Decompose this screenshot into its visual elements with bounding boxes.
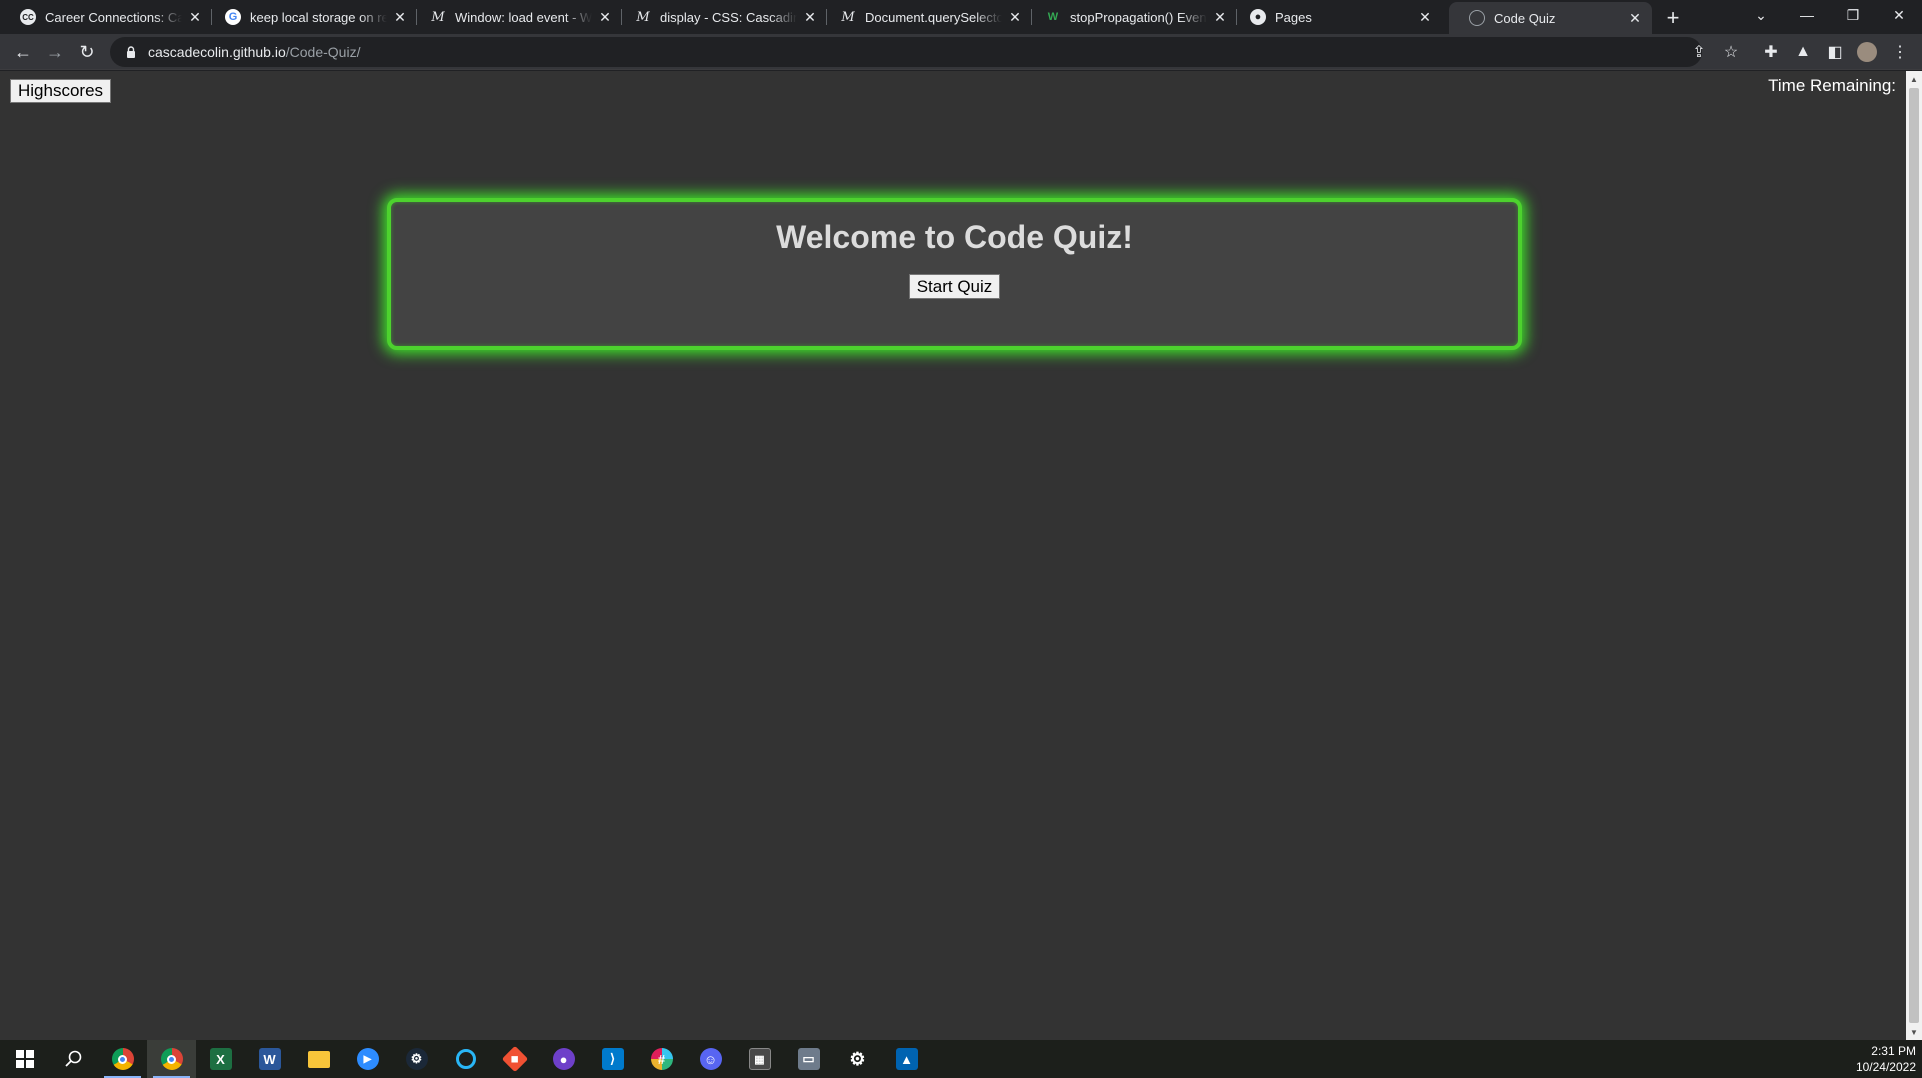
share-icon[interactable]: ⇪	[1685, 38, 1713, 66]
w3schools-icon: W	[1047, 11, 1059, 23]
cc-icon: CC	[20, 9, 36, 25]
search-icon[interactable]	[49, 1040, 98, 1078]
tab-title: display - CSS: Cascading St	[660, 9, 797, 25]
url-path: /Code-Quiz/	[285, 44, 361, 60]
close-window-icon[interactable]: ✕	[1876, 0, 1922, 30]
close-icon[interactable]: ✕	[803, 9, 817, 25]
tab-stoppropagation[interactable]: W stopPropagation() Event M ✕	[1025, 0, 1237, 34]
scroll-down-icon[interactable]: ▼	[1906, 1024, 1922, 1040]
start-quiz-button[interactable]: Start Quiz	[908, 274, 1001, 299]
extensions-icon[interactable]: ✚	[1757, 38, 1785, 66]
excel-icon[interactable]: X	[196, 1040, 245, 1078]
minimize-icon[interactable]: —	[1784, 0, 1830, 30]
git-icon[interactable]: ◆	[490, 1040, 539, 1078]
profile-avatar-icon[interactable]	[1853, 38, 1881, 66]
github-icon: ●	[1250, 9, 1266, 25]
vscode-icon[interactable]: ⟩	[588, 1040, 637, 1078]
github-desktop-icon[interactable]: ●	[539, 1040, 588, 1078]
bookmark-star-icon[interactable]: ☆	[1717, 38, 1745, 66]
settings-icon[interactable]: ⚙	[833, 1040, 882, 1078]
file-explorer-icon[interactable]	[294, 1040, 343, 1078]
discord-icon[interactable]: ☺	[686, 1040, 735, 1078]
system-clock[interactable]: 2:31 PM 10/24/2022	[1856, 1043, 1916, 1075]
close-icon[interactable]: ✕	[393, 9, 407, 25]
time-remaining-label: Time Remaining:	[1768, 76, 1896, 95]
browser-toolbar: ← → ↻ cascadecolin.github.io/Code-Quiz/ …	[0, 34, 1922, 70]
reload-icon[interactable]: ↻	[73, 38, 101, 66]
restore-icon[interactable]: ❐	[1830, 0, 1876, 30]
tab-title: Window: load event - Web	[455, 9, 592, 25]
chrome-profile-icon[interactable]	[147, 1040, 196, 1078]
tab-title: Code Quiz	[1494, 10, 1556, 26]
tab-queryselector[interactable]: M Document.querySelector() ✕	[820, 0, 1032, 34]
clock-time: 2:31 PM	[1871, 1044, 1916, 1058]
side-panel-icon[interactable]: ◧	[1821, 38, 1849, 66]
back-icon[interactable]: ←	[9, 38, 37, 66]
vertical-scrollbar[interactable]: ▲ ▼	[1906, 71, 1922, 1040]
tab-pages[interactable]: ● Pages ✕	[1230, 0, 1442, 34]
close-icon[interactable]: ✕	[1213, 9, 1227, 25]
tab-title: Career Connections: Caree	[45, 9, 182, 25]
tab-title: stopPropagation() Event M	[1070, 9, 1207, 25]
scroll-up-icon[interactable]: ▲	[1906, 71, 1922, 87]
url-host: cascadecolin.github.io	[148, 44, 286, 60]
windows-taskbar: X W ▶ ⚙ ◆ ● ⟩ # ☺ ▦ ▭ ⚙ ▲ 2:31 PM 10/24/…	[0, 1040, 1922, 1078]
mdn-icon: M	[636, 9, 650, 25]
tab-career-connections[interactable]: CC Career Connections: Caree ✕	[0, 0, 212, 34]
photos-icon[interactable]: ▲	[882, 1040, 931, 1078]
quiz-card: Welcome to Code Quiz! Start Quiz	[387, 198, 1522, 350]
tab-strip: CC Career Connections: Caree ✕ G keep lo…	[0, 0, 1922, 34]
tab-code-quiz[interactable]: Code Quiz ✕	[1449, 2, 1652, 34]
cortana-icon[interactable]	[441, 1040, 490, 1078]
mdn-icon: M	[431, 9, 445, 25]
calculator-icon[interactable]: ▦	[735, 1040, 784, 1078]
slack-icon[interactable]: #	[637, 1040, 686, 1078]
tab-title: Document.querySelector()	[865, 9, 1002, 25]
tab-title: Pages	[1275, 9, 1312, 25]
address-bar[interactable]: cascadecolin.github.io/Code-Quiz/	[110, 37, 1702, 67]
close-icon[interactable]: ✕	[1628, 10, 1642, 26]
forward-icon[interactable]: →	[41, 38, 69, 66]
clock-date: 10/24/2022	[1855, 1060, 1916, 1074]
globe-icon	[1469, 10, 1485, 26]
tab-title: keep local storage on refre	[250, 9, 387, 25]
tab-search-icon[interactable]: ⌄	[1738, 0, 1784, 30]
mdn-icon: M	[841, 9, 855, 25]
more-menu-icon[interactable]: ⋮	[1886, 38, 1914, 66]
highscores-button[interactable]: Highscores	[10, 79, 112, 103]
tab-css-display[interactable]: M display - CSS: Cascading St ✕	[615, 0, 827, 34]
steam-icon[interactable]: ⚙	[392, 1040, 441, 1078]
tab-window-load-event[interactable]: M Window: load event - Web ✕	[410, 0, 622, 34]
page-title: Welcome to Code Quiz!	[776, 219, 1133, 255]
tab-local-storage[interactable]: G keep local storage on refre ✕	[205, 0, 417, 34]
chrome-icon[interactable]	[98, 1040, 147, 1078]
close-icon[interactable]: ✕	[1008, 9, 1022, 25]
network-icon[interactable]: ▭	[784, 1040, 833, 1078]
scrollbar-thumb[interactable]	[1909, 88, 1919, 1023]
start-icon[interactable]	[0, 1040, 49, 1078]
lock-icon	[124, 45, 138, 59]
close-icon[interactable]: ✕	[188, 9, 202, 25]
word-icon[interactable]: W	[245, 1040, 294, 1078]
labs-flask-icon[interactable]: ▲	[1789, 38, 1817, 66]
google-icon: G	[225, 9, 241, 25]
close-icon[interactable]: ✕	[598, 9, 612, 25]
zoom-icon[interactable]: ▶	[343, 1040, 392, 1078]
new-tab-button[interactable]: +	[1659, 4, 1687, 32]
page-viewport: Highscores Time Remaining: Welcome to Co…	[0, 71, 1906, 1040]
close-icon[interactable]: ✕	[1418, 9, 1432, 25]
